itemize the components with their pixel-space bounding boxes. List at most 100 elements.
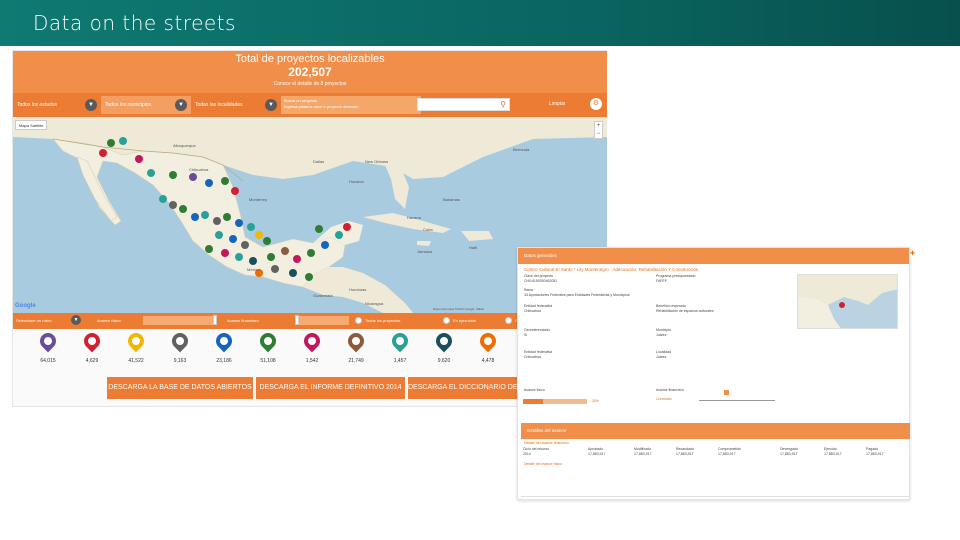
chevron-down-icon[interactable]: ▼ (71, 315, 81, 325)
truck-icon (168, 329, 192, 353)
summary-bar: Total de proyectos localizables 202,507 … (13, 51, 607, 93)
category-filter-3[interactable]: 9,163 (155, 329, 195, 369)
search-input[interactable]: ⚲ (417, 98, 510, 111)
category-count: 51,108 (260, 358, 276, 364)
recycle-icon (388, 329, 412, 353)
slide-title: Data on the streets (33, 11, 236, 35)
category-count: 4,629 (85, 358, 99, 364)
category-filter-5[interactable]: 51,108 (243, 329, 283, 369)
chevron-down-icon: ▼ (85, 99, 97, 111)
share-icon[interactable]: ✚ (910, 250, 915, 257)
radio-finished[interactable] (505, 317, 512, 324)
radio-in-progress[interactable] (443, 317, 450, 324)
detail-header: Datos generales ✚ (518, 248, 915, 264)
jamaica-landmass (417, 241, 431, 246)
field-value: Concluido (656, 397, 672, 401)
search-hint-line2: Ingresa palabra clave o proyecto deseado (284, 104, 359, 109)
financial-detail-heading[interactable]: Detalle del avance financiero (524, 441, 569, 446)
field-label: Avance financiero (656, 388, 684, 392)
table-cell: 17,883,917 (634, 452, 652, 456)
locality-select[interactable]: Todas las localidades ▼ (191, 96, 281, 114)
category-filter-6[interactable]: 1,542 (287, 329, 327, 369)
house-icon (344, 329, 368, 353)
field-value: Sí (524, 333, 528, 337)
download-dictionary-button[interactable]: DESCARGA EL DICCIONARIO DE DATOS (408, 377, 518, 399)
map-label: Honduras (349, 287, 367, 292)
zoom-control[interactable]: + − (594, 121, 603, 139)
project-title: Centro Cultural El Santo * Lily Monteneg… (524, 267, 699, 272)
category-count: 9,163 (173, 358, 187, 364)
chevron-down-icon: ▼ (175, 99, 187, 111)
category-count: 21,749 (348, 358, 364, 364)
field-label: Avance físico (524, 388, 545, 392)
physical-detail-heading[interactable]: Detalle del avance físico (524, 462, 562, 467)
hispaniola-landmass (461, 231, 493, 241)
slider-handle[interactable] (295, 315, 299, 325)
field-value: Chihuahua (524, 309, 541, 313)
slide-header: Data on the streets (0, 0, 960, 46)
detail-link[interactable]: Conoce el detalle de 8 proyectos (13, 81, 607, 87)
physical-progress-bar (523, 399, 587, 404)
settings-icon[interactable]: ⚙ (590, 98, 602, 110)
financial-progress-label: Avance financiero (227, 318, 259, 323)
field-value: Rehabilitación de espacios culturales (656, 309, 714, 313)
target-icon (36, 329, 60, 353)
culture-icon (300, 329, 324, 353)
progress-fill (523, 399, 543, 404)
category-filter-7[interactable]: 21,749 (331, 329, 371, 369)
field-value: Juárez (656, 333, 667, 337)
category-filter-4[interactable]: 23,186 (199, 329, 239, 369)
search-icon[interactable]: ⚲ (500, 100, 506, 109)
clear-button[interactable]: Limpiar (549, 101, 565, 107)
category-filter-8[interactable]: 1,457 (375, 329, 415, 369)
map-label: Bahamas (443, 197, 460, 202)
map-type-toggle[interactable]: Mapa Satélite (15, 120, 48, 130)
detail-minimap[interactable] (797, 274, 898, 329)
table-cell: 2014 (523, 452, 531, 456)
table-cell: 17,883,917 (588, 452, 606, 456)
map-label: Guatemala (313, 293, 333, 298)
divider (521, 496, 910, 497)
category-filter-1[interactable]: 4,629 (67, 329, 107, 369)
map-label: Monterrey (249, 197, 268, 202)
category-filter-9[interactable]: 9,620 (419, 329, 459, 369)
map-label: Nicaragua (365, 301, 384, 306)
field-value: Juárez (656, 355, 667, 359)
category-count: 9,620 (437, 358, 451, 364)
pencil-icon (124, 329, 148, 353)
building-icon (256, 329, 280, 353)
scale-marker (724, 390, 729, 395)
physical-progress-label: Avance físico (97, 318, 121, 323)
road-icon (432, 329, 456, 353)
financial-scale (699, 400, 775, 401)
map-label: Chihuahua (189, 167, 209, 172)
category-filter-0[interactable]: 64,015 (23, 329, 63, 369)
map-label: Houston (349, 179, 364, 184)
physical-progress-slider[interactable] (143, 316, 217, 325)
rubro-label: Seleccione un rubro (16, 318, 52, 323)
download-report-button[interactable]: DESCARGA EL INFORME DEFINITIVO 2014 (256, 377, 405, 399)
financial-progress-slider[interactable] (295, 316, 349, 325)
home-icon (476, 329, 500, 353)
map-label: Mexico (247, 267, 260, 272)
field-label: Georeferenciado (524, 328, 551, 332)
total-count: 202,507 (288, 65, 332, 79)
state-select[interactable]: Todos los estados ▼ (13, 96, 101, 114)
slider-handle[interactable] (213, 315, 217, 325)
in-progress-label: En ejecución (453, 318, 476, 323)
radio-all-projects[interactable] (355, 317, 362, 324)
field-value: CHI14150300452051 (524, 279, 558, 283)
health-icon (80, 329, 104, 353)
category-filter-10[interactable]: 4,478 (463, 329, 503, 369)
municipality-select[interactable]: Todos los municipios ▼ (101, 96, 191, 114)
category-filter-2[interactable]: 41,522 (111, 329, 151, 369)
table-cell: 17,883,917 (718, 452, 736, 456)
field-value: FAFEF (656, 279, 667, 283)
detail-header-label: Datos generales (524, 253, 557, 258)
map-label: Jamaica (417, 249, 432, 254)
filter-bar: Todos los estados ▼ Todos los municipios… (13, 93, 607, 117)
download-open-data-button[interactable]: DESCARGA LA BASE DE DATOS ABIERTOS (107, 377, 253, 399)
map-label: Cuba (423, 227, 433, 232)
all-projects-label: Todos los proyectos (365, 318, 401, 323)
table-cell: 17,883,917 (780, 452, 798, 456)
